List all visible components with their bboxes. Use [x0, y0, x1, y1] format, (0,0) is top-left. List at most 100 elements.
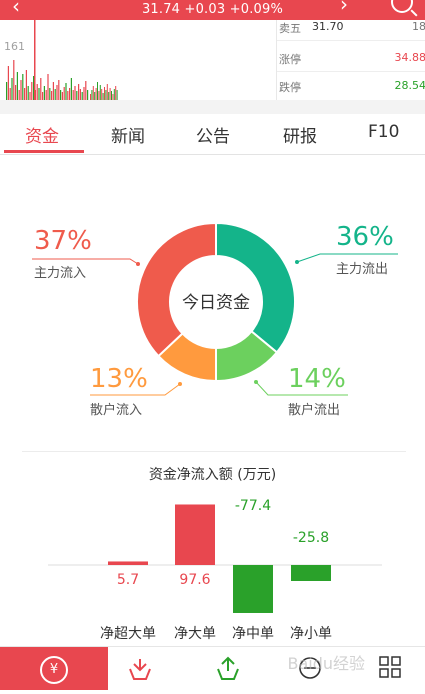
flow-value-label: 5.7 [117, 572, 139, 588]
order-row-limit-up: 涨停 34.88 [277, 45, 425, 72]
volume-bar [107, 84, 108, 100]
volume-bar [11, 78, 12, 100]
volume-bar [83, 87, 84, 100]
volume-bar [15, 85, 16, 100]
volume-bar [46, 90, 47, 100]
flow-category-label: 净大单 [174, 626, 216, 642]
upload-arrow-icon [192, 647, 270, 690]
volume-bar [110, 88, 111, 100]
leader-dot-main-in [136, 262, 140, 266]
volume-bar [20, 80, 21, 100]
volume-bar [28, 86, 29, 100]
volume-bar [108, 92, 109, 100]
volume-bar [117, 90, 118, 100]
leader-dot-retail-in [178, 382, 182, 386]
volume-bar [26, 70, 27, 100]
donut-center-label: 今日资金 [182, 293, 250, 313]
main-outflow-percent: 36% [336, 222, 394, 252]
tab-research[interactable]: 研报 [283, 122, 317, 147]
volume-bar [96, 88, 97, 100]
volume-bar [93, 86, 94, 100]
leader-dot-retail-out [254, 380, 258, 384]
volume-bar [71, 78, 72, 100]
volume-bar [101, 89, 102, 100]
order-price: 31.70 [312, 20, 344, 33]
volume-bar [34, 20, 36, 100]
volume-bar [60, 90, 61, 100]
order-label: 涨停 [279, 51, 301, 67]
volume-bar [85, 81, 86, 100]
volume-bar [104, 87, 105, 100]
volume-bar [13, 60, 14, 100]
volume-bar [74, 86, 75, 100]
volume-bar [114, 89, 115, 100]
tab-news[interactable]: 新闻 [111, 122, 145, 147]
buy-action-button[interactable] [110, 647, 188, 690]
order-row-limit-down: 跌停 28.54 [277, 73, 425, 99]
volume-bar [31, 82, 32, 100]
funds-action-button[interactable]: ¥ [0, 647, 108, 690]
net-inflow-chart: 5.7净超大单97.6净大单-77.4净中单-25.8净小单 [0, 495, 425, 645]
funds-donut-section: 今日资金 37% 主力流入 36% 主力流出 14% 散户流出 13% 散户流入 [0, 154, 425, 454]
volume-bars [2, 20, 272, 100]
volume-bar [29, 92, 30, 100]
tab-bar: 资金 新闻 公告 研报 F10 [0, 114, 425, 155]
yen-circle-icon: ¥ [40, 656, 68, 684]
order-value: 34.88 [395, 51, 425, 64]
volume-bar [65, 83, 66, 100]
volume-bar [67, 91, 68, 100]
volume-bar [56, 85, 57, 100]
volume-bar [103, 93, 104, 100]
volume-bar [49, 88, 50, 100]
order-qty: 18 [412, 20, 425, 33]
mini-volume-chart: 161 [0, 20, 275, 100]
order-label: 跌停 [279, 79, 301, 95]
volume-bar [76, 91, 77, 100]
volume-bar [47, 74, 48, 100]
volume-bar [115, 86, 116, 100]
section-divider [22, 451, 406, 452]
retail-inflow-percent: 13% [90, 364, 148, 394]
volume-bar [105, 90, 106, 100]
order-value: 28.54 [395, 79, 425, 92]
volume-bar [91, 90, 92, 100]
volume-bar [19, 90, 20, 100]
volume-bar [8, 66, 9, 100]
volume-tick-label: 161 [4, 40, 25, 53]
watermark-text: Baidu经验 [287, 650, 365, 674]
volume-bar [111, 91, 112, 100]
volume-bar [42, 92, 43, 100]
leader-dot-main-out [295, 260, 299, 264]
tab-funds[interactable]: 资金 [25, 122, 59, 147]
volume-bar [62, 92, 63, 100]
volume-bar [55, 89, 56, 100]
volume-bar [17, 72, 18, 100]
tab-announcements[interactable]: 公告 [196, 122, 230, 147]
volume-bar [97, 82, 98, 100]
retail-inflow-label: 散户流入 [90, 399, 142, 418]
volume-bar [64, 87, 65, 100]
main-outflow-label: 主力流出 [336, 258, 388, 277]
flow-value-label: 97.6 [179, 572, 210, 588]
main-inflow-percent: 37% [34, 226, 92, 256]
flow-bar [233, 565, 273, 613]
flow-bar [108, 561, 148, 565]
volume-bar [87, 90, 88, 100]
order-row-sell5: 卖五 31.70 18 [277, 14, 425, 41]
tab-f10[interactable]: F10 [368, 122, 399, 142]
flow-bar [175, 504, 215, 565]
retail-outflow-label: 散户流出 [288, 399, 340, 418]
volume-bar [40, 78, 41, 100]
volume-bar [73, 90, 74, 100]
active-tab-indicator [4, 150, 84, 153]
volume-bar [53, 82, 54, 100]
sell-action-button[interactable] [192, 647, 270, 690]
volume-bar [38, 88, 39, 100]
volume-bar [82, 92, 83, 100]
volume-bar [22, 74, 23, 100]
volume-bar [94, 92, 95, 100]
donut-chart: 今日资金 [0, 154, 425, 454]
volume-bar [98, 91, 99, 100]
volume-bar [100, 85, 101, 100]
volume-bar [6, 82, 7, 100]
